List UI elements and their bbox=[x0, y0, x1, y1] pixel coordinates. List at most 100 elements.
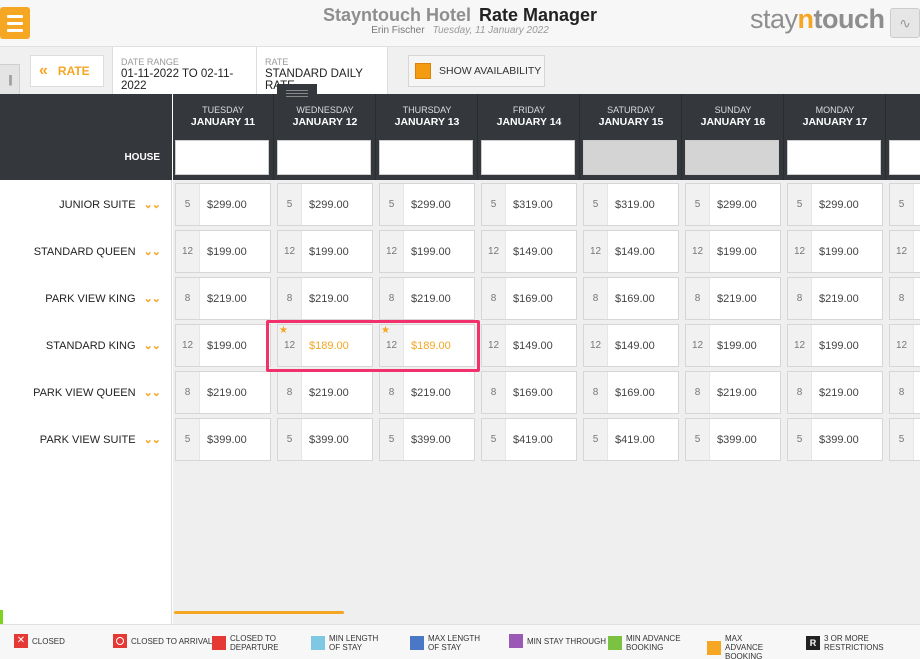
rate-cell[interactable]: 5 $299.00 bbox=[379, 183, 475, 226]
rate-cell[interactable]: 12 $149.00 bbox=[583, 324, 679, 367]
legend-closed-to-departure: CLOSED TO DEPARTURE bbox=[212, 634, 286, 652]
rate-cell[interactable]: 12 $199.00 bbox=[685, 230, 781, 273]
rate-cell[interactable]: 5 $319.00 bbox=[583, 183, 679, 226]
room-row-standard-queen[interactable]: STANDARD QUEEN ⌄⌄ bbox=[0, 228, 172, 275]
expand-chevron-icon[interactable]: ⌄⌄ bbox=[144, 292, 161, 305]
rate-cell[interactable]: 8 $219.00 bbox=[175, 277, 271, 320]
rate-cell[interactable]: 5 $419.00 bbox=[481, 418, 577, 461]
availability-count: 5 bbox=[890, 419, 914, 460]
show-availability-button[interactable]: SHOW AVAILABILITY bbox=[408, 55, 545, 87]
rate-cell[interactable]: 5 $399.00 bbox=[685, 418, 781, 461]
rate-cell[interactable]: 8 $219.00 bbox=[685, 371, 781, 414]
rate-cell[interactable]: 12 bbox=[889, 230, 920, 273]
house-cell[interactable] bbox=[889, 140, 920, 175]
rate-amount: $199.00 bbox=[207, 245, 247, 258]
rate-cell[interactable]: 12 $149.00 bbox=[481, 324, 577, 367]
rate-cell[interactable]: 5 $299.00 bbox=[175, 183, 271, 226]
min-stay-through-swatch-icon bbox=[509, 634, 523, 648]
house-cell[interactable] bbox=[175, 140, 269, 175]
availability-count: 5 bbox=[686, 184, 710, 225]
rate-cell[interactable]: 12 $199.00 bbox=[379, 230, 475, 273]
room-row-park-view-suite[interactable]: PARK VIEW SUITE ⌄⌄ bbox=[0, 416, 172, 463]
rate-cell[interactable]: 12 $149.00 bbox=[481, 230, 577, 273]
hotel-name: Stayntouch Hotel bbox=[322, 5, 471, 25]
expand-chevron-icon[interactable]: ⌄⌄ bbox=[144, 198, 161, 211]
expand-chevron-icon[interactable]: ⌄⌄ bbox=[144, 339, 161, 352]
expand-chevron-icon[interactable]: ⌄⌄ bbox=[144, 433, 161, 446]
availability-count: 8 bbox=[890, 372, 914, 413]
rate-cell[interactable]: 8 $169.00 bbox=[583, 371, 679, 414]
rate-cell[interactable]: 5 $399.00 bbox=[379, 418, 475, 461]
house-cell[interactable] bbox=[379, 140, 473, 175]
rate-field[interactable]: RATE STANDARD DAILY RATE bbox=[256, 47, 388, 95]
rate-cell[interactable]: 8 $219.00 bbox=[685, 277, 781, 320]
rate-cell[interactable]: 8 $219.00 bbox=[175, 371, 271, 414]
room-row-park-view-queen[interactable]: PARK VIEW QUEEN ⌄⌄ bbox=[0, 369, 172, 416]
rate-cell[interactable]: 8 $219.00 bbox=[379, 371, 475, 414]
rate-cell[interactable]: 5 $399.00 bbox=[787, 418, 883, 461]
room-row-standard-king[interactable]: STANDARD KING ⌄⌄ bbox=[0, 322, 172, 369]
rate-cell[interactable]: 12 $199.00 bbox=[787, 324, 883, 367]
rate-cell[interactable]: 5 $419.00 bbox=[583, 418, 679, 461]
calendar-date: JANUARY 12 bbox=[292, 116, 358, 128]
rate-cell[interactable]: 12 $199.00 bbox=[175, 324, 271, 367]
house-cell[interactable] bbox=[481, 140, 575, 175]
day-of-week: SATURDAY bbox=[607, 105, 655, 115]
rate-cell[interactable]: 5 bbox=[889, 418, 920, 461]
expand-chevron-icon[interactable]: ⌄⌄ bbox=[144, 386, 161, 399]
room-name: STANDARD QUEEN bbox=[33, 245, 136, 258]
rate-cell[interactable]: 8 bbox=[889, 277, 920, 320]
rate-cell[interactable]: 8 $169.00 bbox=[481, 277, 577, 320]
rate-cell[interactable]: 12 $199.00 bbox=[685, 324, 781, 367]
availability-count: 8 bbox=[176, 278, 200, 319]
availability-count: 12 bbox=[686, 325, 710, 366]
house-cell[interactable] bbox=[583, 140, 677, 175]
drawer-handle-icon[interactable]: ||| bbox=[0, 64, 20, 96]
pulse-icon[interactable]: ∿ bbox=[890, 8, 920, 38]
expand-chevron-icon[interactable]: ⌄⌄ bbox=[144, 245, 161, 258]
availability-count: 8 bbox=[788, 278, 812, 319]
rate-cell[interactable]: 8 $219.00 bbox=[277, 277, 373, 320]
room-type-header: HOUSE bbox=[0, 94, 172, 180]
rate-cell[interactable]: 8 $169.00 bbox=[583, 277, 679, 320]
calendar-date: JANUARY 11 bbox=[190, 116, 256, 128]
calendar-date: JANUARY 14 bbox=[496, 116, 562, 128]
room-row-junior-suite[interactable]: JUNIOR SUITE ⌄⌄ bbox=[0, 181, 172, 228]
house-cell[interactable] bbox=[787, 140, 881, 175]
date-range-field[interactable]: DATE RANGE 01-11-2022 TO 02-11-2022 bbox=[112, 47, 256, 95]
rate-cell[interactable]: 8 $219.00 bbox=[379, 277, 475, 320]
room-row-park-view-king[interactable]: PARK VIEW KING ⌄⌄ bbox=[0, 275, 172, 322]
rate-cell[interactable]: 8 bbox=[889, 371, 920, 414]
rate-cell[interactable]: 12 $199.00 bbox=[175, 230, 271, 273]
rate-cell[interactable]: 12 $149.00 bbox=[583, 230, 679, 273]
selection-highlight bbox=[266, 320, 480, 372]
availability-count: 12 bbox=[176, 325, 200, 366]
room-name: PARK VIEW SUITE bbox=[39, 433, 136, 446]
rate-cell[interactable]: 8 $219.00 bbox=[787, 277, 883, 320]
rate-cell[interactable]: 8 $219.00 bbox=[277, 371, 373, 414]
rate-cell[interactable]: 5 $399.00 bbox=[175, 418, 271, 461]
rate-cell[interactable]: 12 $199.00 bbox=[787, 230, 883, 273]
rate-cell[interactable]: 5 $319.00 bbox=[481, 183, 577, 226]
room-name: STANDARD KING bbox=[45, 339, 136, 352]
rate-cell[interactable]: 12 bbox=[889, 324, 920, 367]
rate-cell[interactable]: 12 $199.00 bbox=[277, 230, 373, 273]
rate-cell[interactable]: 5 $399.00 bbox=[277, 418, 373, 461]
availability-count: 5 bbox=[686, 419, 710, 460]
rate-cell[interactable]: 5 $299.00 bbox=[277, 183, 373, 226]
house-cell[interactable] bbox=[685, 140, 779, 175]
rate-cell[interactable]: 5 $299.00 bbox=[685, 183, 781, 226]
rate-cell[interactable]: 8 $219.00 bbox=[787, 371, 883, 414]
drag-handle-icon[interactable] bbox=[277, 84, 317, 102]
availability-count: 8 bbox=[176, 372, 200, 413]
rate-cell[interactable]: 5 $299.00 bbox=[787, 183, 883, 226]
rate-amount: $399.00 bbox=[309, 433, 349, 446]
horizontal-scrollbar[interactable] bbox=[174, 611, 344, 614]
rate-cell[interactable]: 5 bbox=[889, 183, 920, 226]
rate-cell[interactable]: 8 $169.00 bbox=[481, 371, 577, 414]
house-cell[interactable] bbox=[277, 140, 371, 175]
availability-count: 8 bbox=[482, 278, 506, 319]
back-to-rate-button[interactable]: « RATE bbox=[30, 55, 104, 87]
availability-count: 12 bbox=[890, 231, 914, 272]
availability-count: 5 bbox=[788, 419, 812, 460]
